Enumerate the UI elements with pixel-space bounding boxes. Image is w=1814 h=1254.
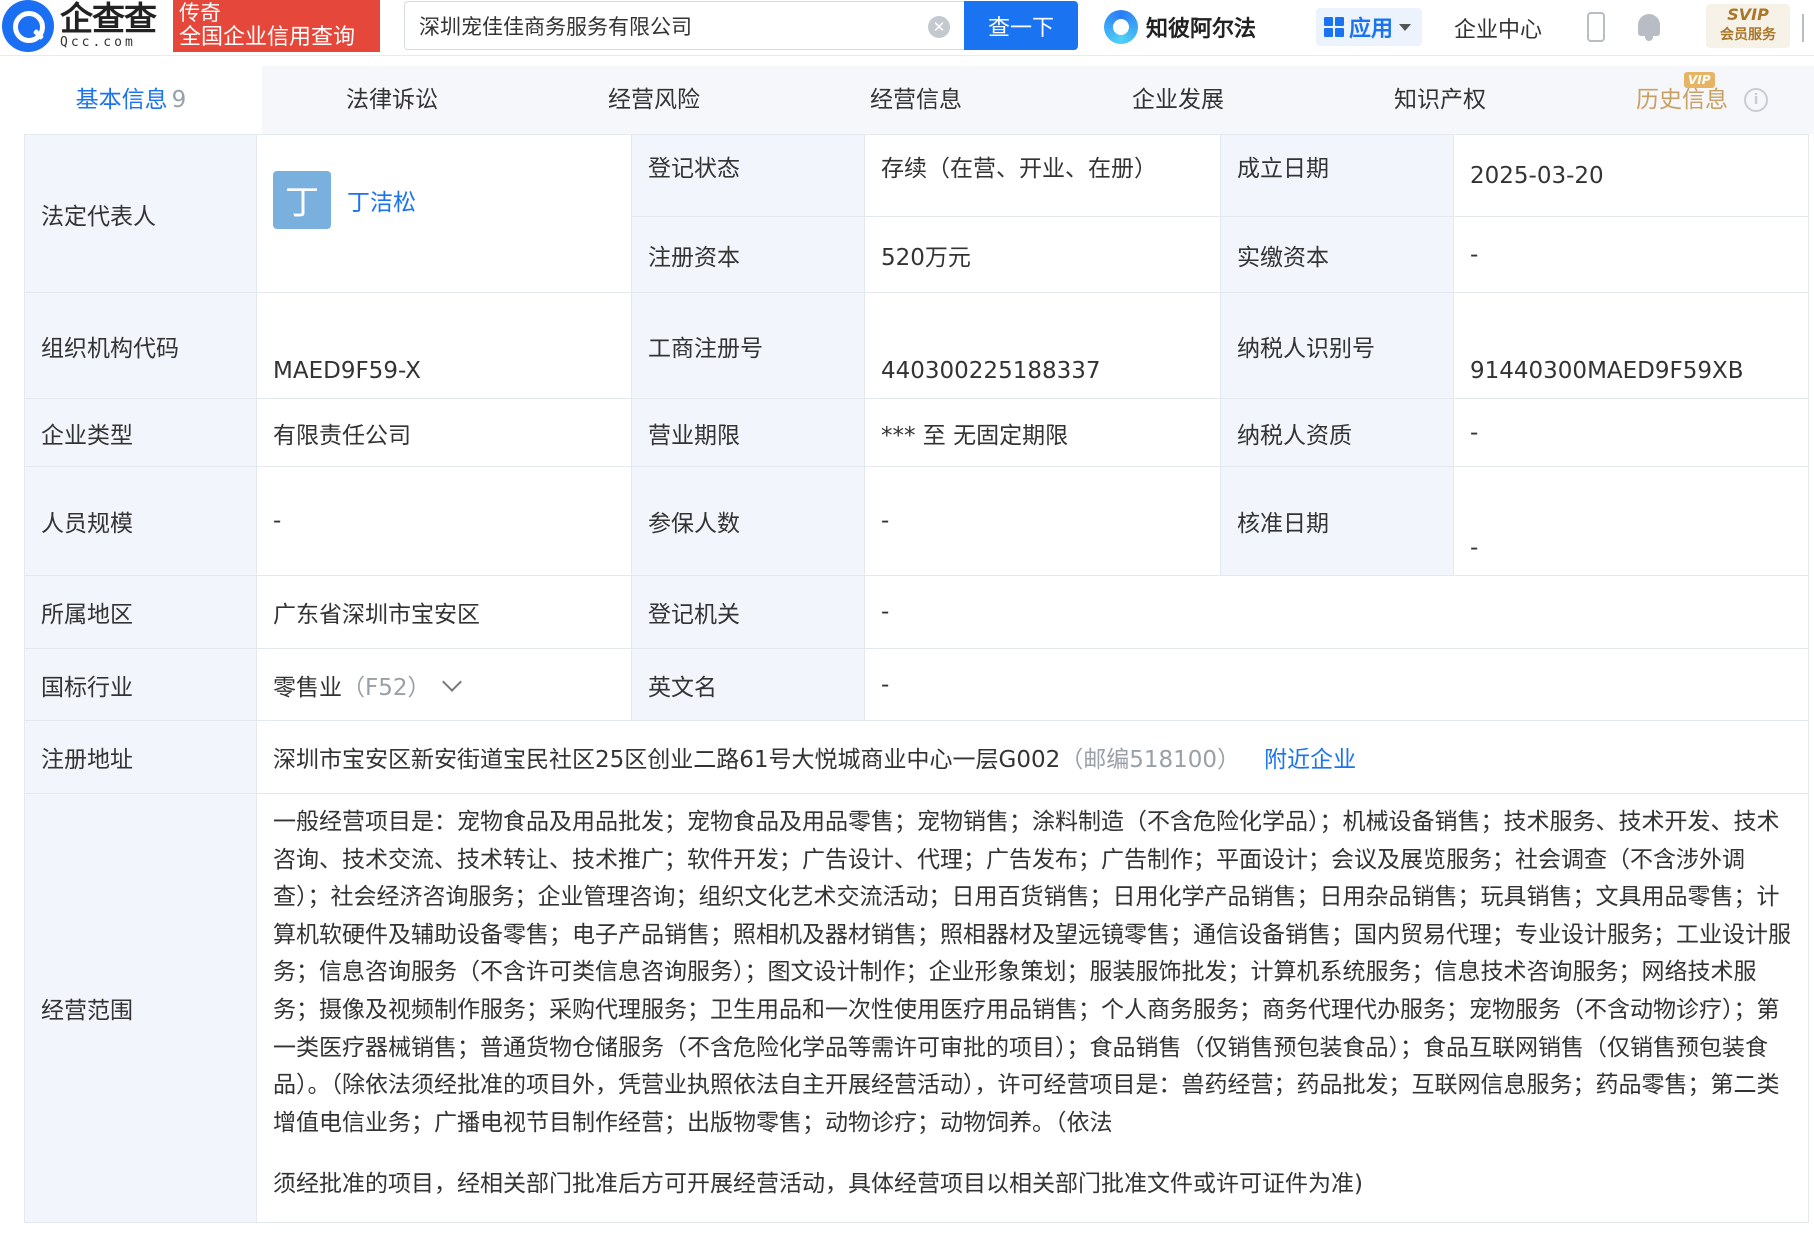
business-scope-cell: 一般经营项目是：宠物食品及用品批发；宠物食品及用品零售；宠物销售；涂料制造（不含… [256,793,1809,1223]
postcode: （邮编518100） [1060,747,1241,773]
founded-label: 成立日期 [1220,134,1454,217]
biz-reg-no-value: 440300225188337 [864,292,1221,399]
org-code-label: 组织机构代码 [24,292,257,399]
clear-icon[interactable]: ✕ [928,16,950,38]
edge-partial-icon[interactable] [1802,14,1814,42]
staff-size-value: - [256,466,632,576]
biz-term-label: 营业期限 [631,398,865,467]
industry-value: 零售业 [273,674,342,701]
industry-code: （F52） [342,674,431,701]
logo-en-text: Qcc.com [60,35,136,50]
business-scope-tail: 须经批准的项目，经相关部门批准后方可开展经营活动，具体经营项目以相关部门批准文件… [273,1171,1363,1198]
reg-authority-label: 登记机关 [631,575,865,649]
qcc-logo[interactable]: 企查查 Qcc.com [0,0,172,52]
tab-basic-info[interactable]: 基本信息 9 [0,66,262,134]
region-value: 广东省深圳市宝安区 [256,575,632,649]
apps-grid-icon [1324,17,1344,37]
zhibi-label: 知彼阿尔法 [1146,17,1257,42]
search-button[interactable]: 查一下 [964,1,1078,50]
reg-authority-value: - [864,575,1809,649]
caret-down-icon [1399,23,1412,31]
paid-capital-value: - [1453,216,1809,293]
staff-size-label: 人员规模 [24,466,257,576]
company-info-table: 法定代表人 丁 丁洁松 登记状态 存续（在营、开业、在册） 成立日期 2025-… [24,134,1809,1223]
company-type-label: 企业类型 [24,398,257,467]
qcc-logo-icon [2,0,54,52]
tab-intellectual-property[interactable]: 知识产权 [1310,66,1570,134]
apps-menu-button[interactable]: 应用 [1316,8,1422,46]
company-type-value: 有限责任公司 [256,398,632,467]
english-name-label: 英文名 [631,648,865,721]
founded-value: 2025-03-20 [1453,134,1809,217]
zhibi-alpha-link[interactable]: 知彼阿尔法 [1104,8,1256,46]
address-value: 深圳市宝安区新安街道宝民社区25区创业二路61号大悦城商业中心一层G002 [273,747,1061,773]
tab-business-info[interactable]: 经营信息 [786,66,1046,134]
english-name-value: - [864,648,1809,721]
nearby-companies-link[interactable]: 附近企业 [1264,747,1356,773]
slogan-banner[interactable]: 传奇 全国企业信用查询 [173,0,380,52]
chevron-down-icon[interactable] [441,671,462,692]
slogan-line2: 全国企业信用查询 [179,25,356,50]
region-label: 所属地区 [24,575,257,649]
svip-label: SVIP [1727,5,1769,24]
logo-cn-text: 企查查 [60,0,157,38]
industry-label: 国标行业 [24,648,257,721]
reg-status-label: 登记状态 [631,134,865,217]
mobile-phone-icon[interactable] [1587,12,1605,42]
search-input[interactable] [419,13,919,38]
tab-development[interactable]: 企业发展 [1048,66,1308,134]
tab-history-info[interactable]: 历史信息 [1552,66,1812,134]
legal-rep-label: 法定代表人 [24,134,257,293]
svip-sub-label: 会员服务 [1720,27,1776,43]
business-scope-text: 一般经营项目是：宠物食品及用品批发；宠物食品及用品零售；宠物销售；涂料制造（不含… [273,809,1791,1136]
info-circle-icon[interactable]: i [1744,88,1768,112]
approval-date-label: 核准日期 [1220,466,1454,576]
section-tab-bar: 基本信息 9 法律诉讼 经营风险 经营信息 企业发展 知识产权 历史信息 [0,66,1814,134]
legal-rep-cell: 丁 丁洁松 [256,134,632,293]
top-header: 企查查 Qcc.com 传奇 全国企业信用查询 ✕ 查一下 知彼阿尔法 应用 企… [0,0,1814,56]
taxpayer-qual-value: - [1453,398,1809,467]
enterprise-center-link[interactable]: 企业中心 [1454,12,1542,44]
scope-label: 经营范围 [24,793,257,1223]
vip-badge: VIP [1684,72,1715,88]
org-code-value: MAED9F59-X [256,292,632,399]
notification-bell-icon[interactable] [1636,12,1662,42]
approval-date-value: - [1453,466,1809,576]
tab-legal-litigation[interactable]: 法律诉讼 [262,66,522,134]
address-label: 注册地址 [24,720,257,794]
legal-rep-avatar[interactable]: 丁 [273,170,331,229]
tab-business-risk[interactable]: 经营风险 [524,66,784,134]
insured-value: - [864,466,1221,576]
reg-capital-value: 520万元 [864,216,1221,293]
zhibi-logo-icon [1104,10,1138,44]
slogan-line1: 传奇 [179,1,221,25]
apps-label: 应用 [1349,17,1394,42]
search-box: ✕ [404,1,964,50]
taxpayer-id-label: 纳税人识别号 [1220,292,1454,399]
tab-basic-info-count: 9 [171,87,187,113]
industry-cell[interactable]: 零售业（F52） [256,648,632,721]
paid-capital-label: 实缴资本 [1220,216,1454,293]
biz-reg-no-label: 工商注册号 [631,292,865,399]
biz-term-value: *** 至 无固定期限 [864,398,1221,467]
reg-status-value: 存续（在营、开业、在册） [864,134,1221,217]
taxpayer-id-value: 91440300MAED9F59XB [1453,292,1809,399]
taxpayer-qual-label: 纳税人资质 [1220,398,1454,467]
address-cell: 深圳市宝安区新安街道宝民社区25区创业二路61号大悦城商业中心一层G002（邮编… [256,720,1809,794]
reg-capital-label: 注册资本 [631,216,865,293]
insured-label: 参保人数 [631,466,865,576]
legal-rep-name-link[interactable]: 丁洁松 [347,183,416,217]
svip-member-button[interactable]: SVIP 会员服务 [1706,4,1790,48]
